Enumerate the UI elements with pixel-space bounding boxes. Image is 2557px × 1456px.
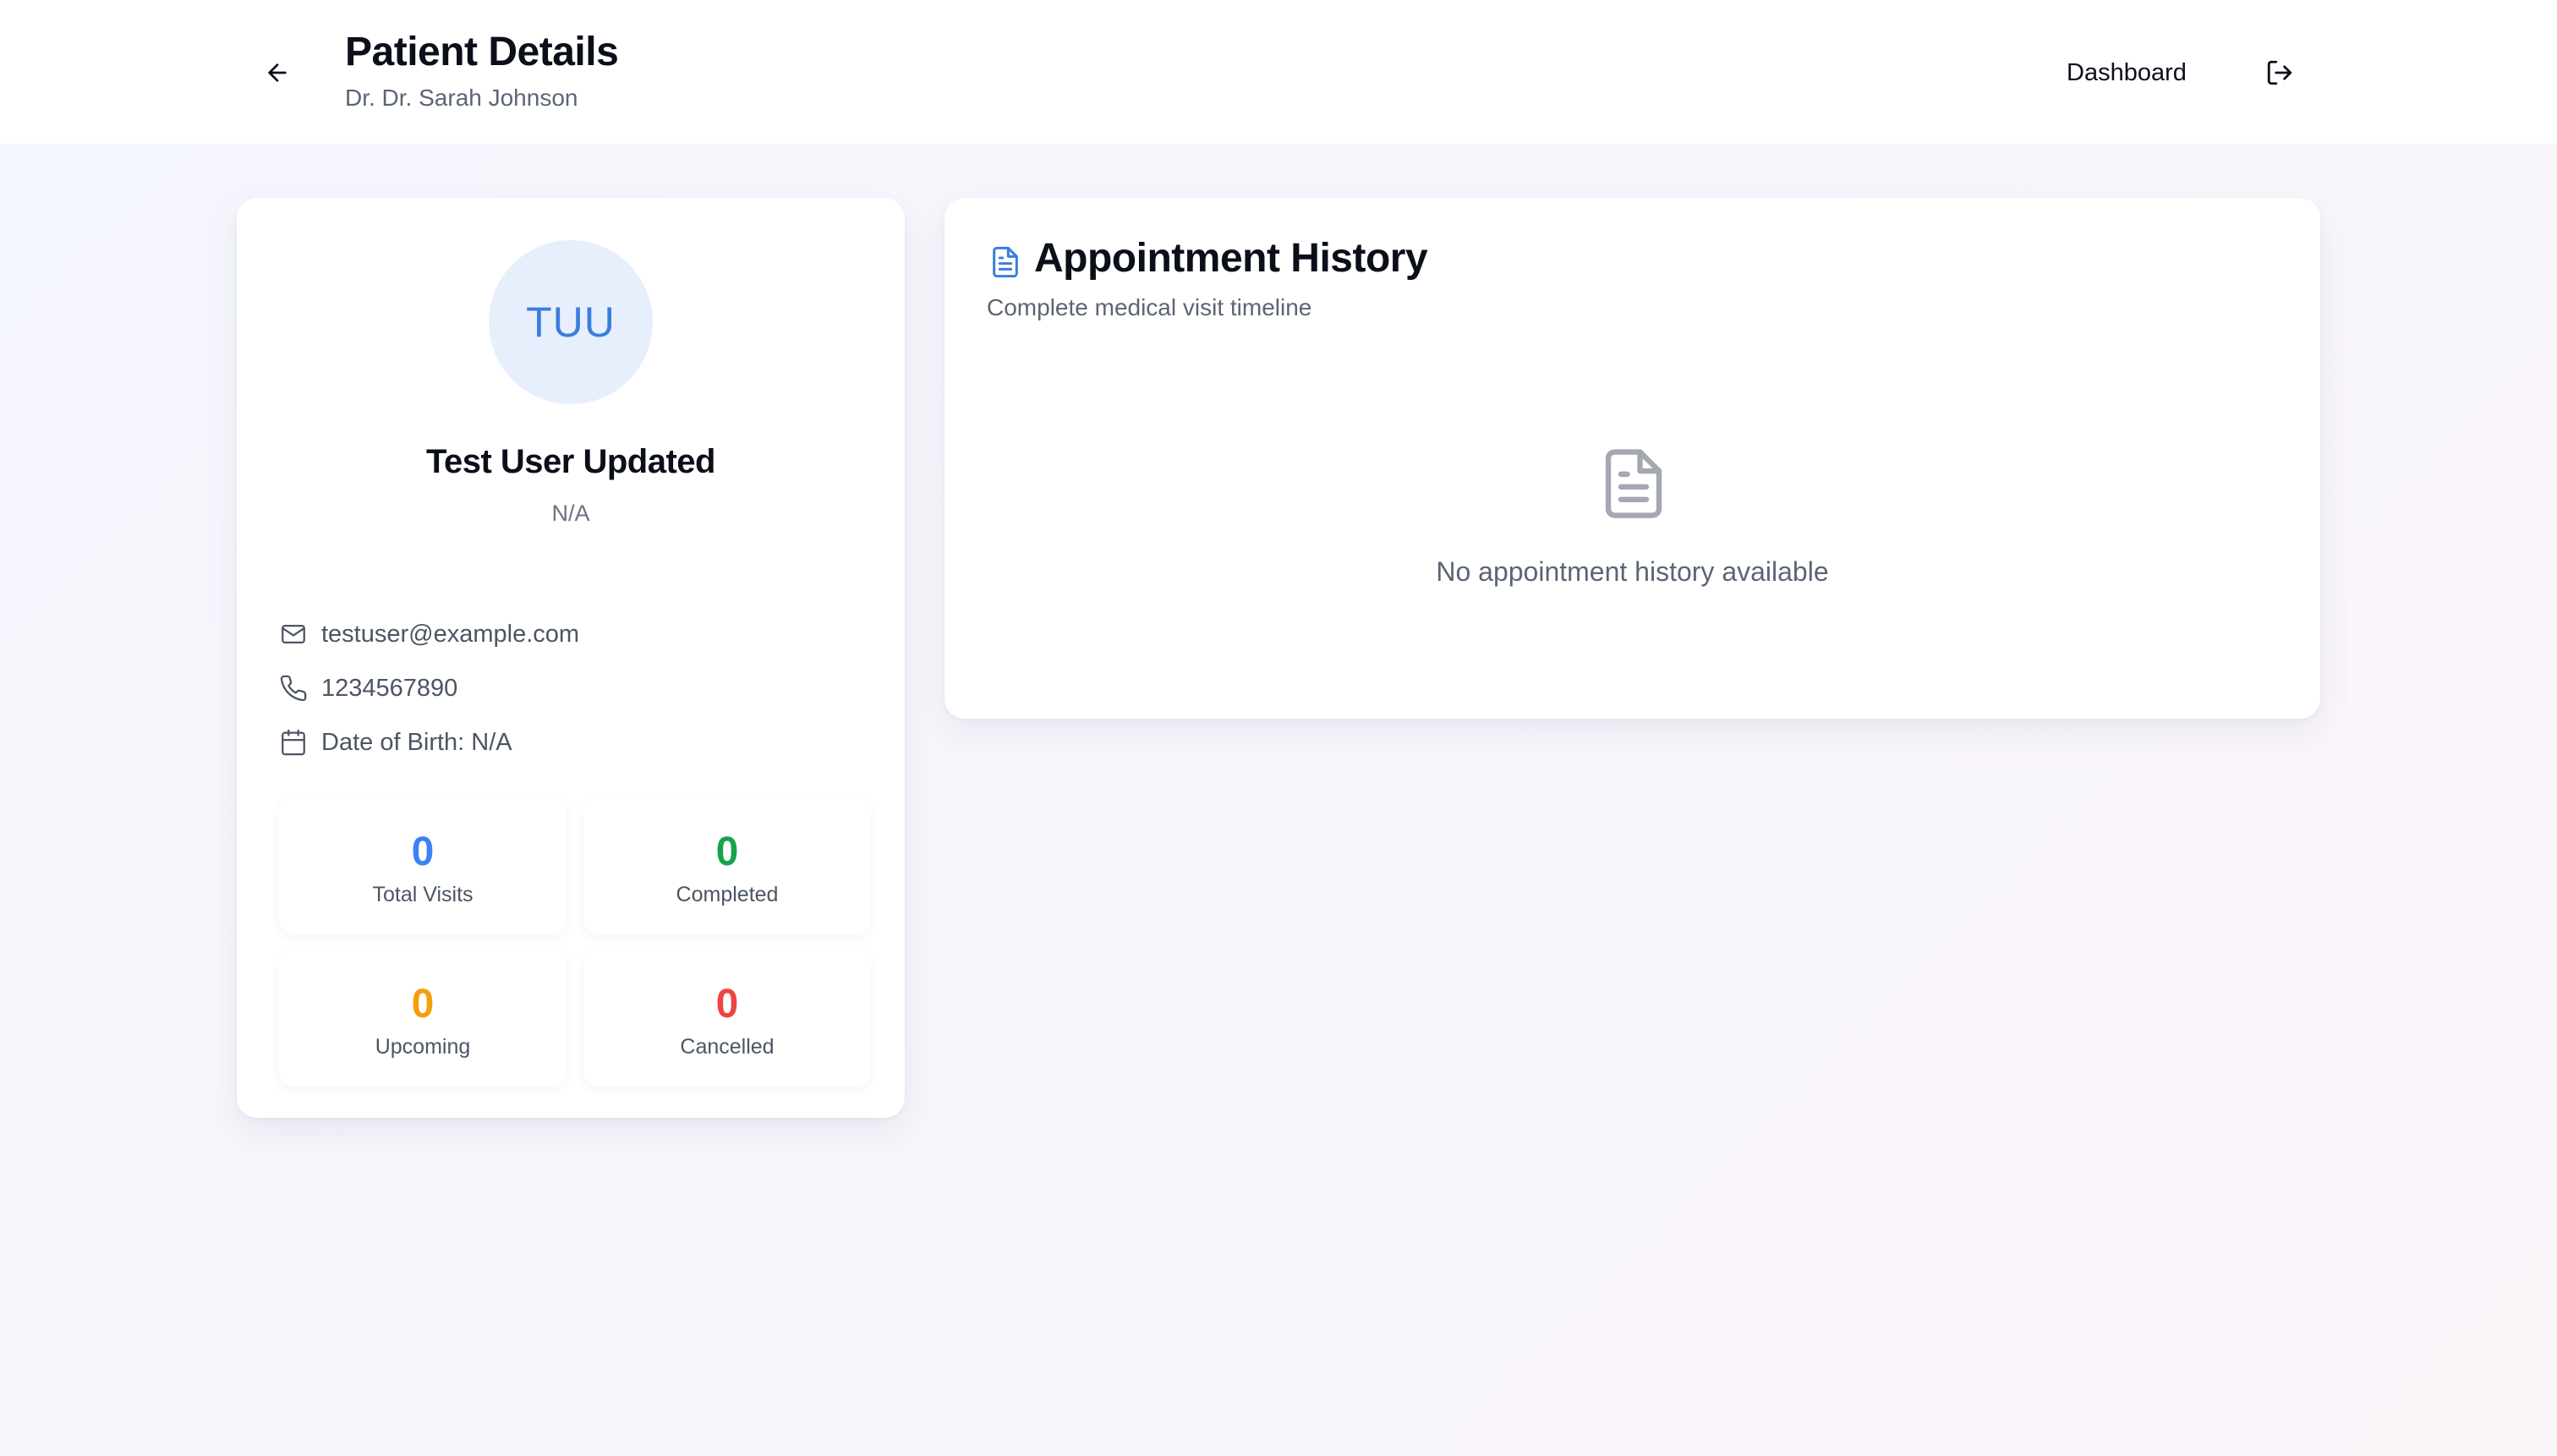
dashboard-button[interactable]: Dashboard [2038, 44, 2215, 101]
email-row: testuser@example.com [279, 617, 579, 651]
stat-cancelled: 0 Cancelled [583, 950, 871, 1086]
stat-label: Completed [676, 883, 779, 906]
patient-dob: Date of Birth: N/A [321, 728, 512, 756]
empty-history-message: No appointment history available [1436, 556, 1829, 587]
stat-label: Total Visits [372, 883, 474, 906]
empty-document-icon [1605, 449, 1662, 518]
phone-row: 1234567890 [279, 671, 457, 705]
stat-value: 0 [411, 982, 435, 1026]
logout-button[interactable] [2251, 44, 2308, 101]
doctor-name: Dr. Dr. Sarah Johnson [345, 85, 578, 111]
dob-row: Date of Birth: N/A [279, 725, 512, 759]
file-text-icon [993, 246, 1018, 278]
phone-icon [279, 674, 308, 703]
arrow-left-icon [268, 63, 287, 82]
stat-total-visits: 0 Total Visits [279, 798, 567, 933]
calendar-icon [279, 728, 308, 757]
avatar: TUU [489, 240, 653, 404]
patient-profile-card: TUU Test User Updated N/A testuser@examp… [237, 198, 905, 1118]
patient-name: Test User Updated [426, 443, 715, 480]
back-button[interactable] [250, 46, 304, 100]
stat-completed: 0 Completed [583, 798, 871, 933]
stat-upcoming: 0 Upcoming [279, 950, 567, 1086]
history-subtitle: Complete medical visit timeline [987, 294, 1312, 320]
patient-gender: N/A [551, 501, 590, 526]
history-title: Appointment History [1034, 236, 1428, 281]
stat-label: Upcoming [375, 1035, 471, 1059]
stat-value: 0 [715, 829, 739, 874]
patient-phone: 1234567890 [321, 674, 458, 702]
mail-icon [279, 620, 308, 649]
patient-email: testuser@example.com [321, 620, 580, 648]
log-out-icon [2267, 60, 2292, 85]
stat-value: 0 [715, 982, 739, 1026]
top-header: Patient Details Dr. Dr. Sarah Johnson Da… [0, 0, 2557, 144]
page-title: Patient Details [345, 30, 619, 74]
stat-value: 0 [411, 829, 435, 874]
stat-label: Cancelled [680, 1035, 775, 1059]
appointment-history-card: Appointment History Complete medical vis… [945, 198, 2320, 719]
